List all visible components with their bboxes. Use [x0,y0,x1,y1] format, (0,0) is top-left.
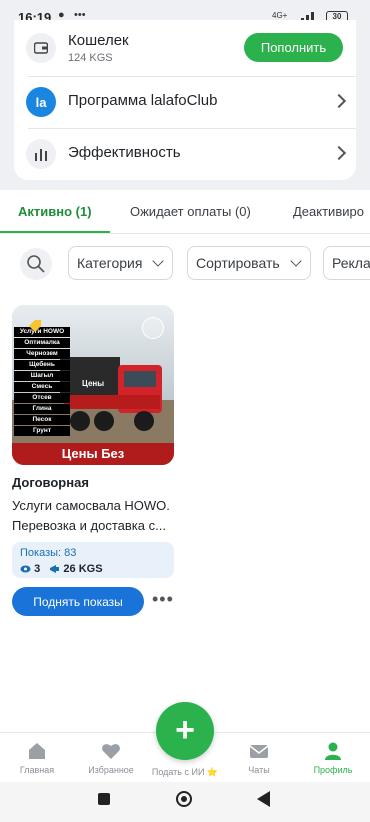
service-item: Шагыл [14,371,70,381]
back-button[interactable] [257,791,270,807]
recent-apps-button[interactable] [98,793,110,805]
service-item: Песок [14,415,70,425]
search-button[interactable] [20,248,52,280]
lalafo-club-title: Программа lalafoClub [68,92,218,109]
nav-chats[interactable]: Чаты [222,741,296,775]
nav-chats-label: Чаты [248,765,270,775]
ad-status-tabs: Активно (1) Ожидает оплаты (0) Деактивир… [0,190,370,234]
nav-favorites-label: Избранное [88,765,134,775]
service-item: Щебень [14,360,70,370]
nav-profile[interactable]: Профиль [296,741,370,775]
service-item: Оптималка [14,338,70,348]
efficiency-title: Эффективность [68,144,181,161]
more-options-icon[interactable]: ••• [152,588,176,614]
nav-home-label: Главная [19,765,55,775]
listing-title[interactable]: Услуги самосвала HOWO. Перевозка и доста… [12,496,174,536]
service-item: Глина [14,404,70,414]
network-type: 4G+ [272,11,288,20]
nav-post-ai-label: Подать с ИИ ⭐ [151,767,219,777]
promo-tag-icon [29,320,41,332]
tab-deactivated[interactable]: Деактивиро [293,204,364,219]
efficiency-row[interactable]: Эффективность [14,128,356,180]
listing-price: Договорная [12,475,89,490]
search-icon [27,255,45,273]
wallet-balance: 124 KGS [68,52,113,64]
system-nav-bar [0,782,370,822]
my-ads-section: Активно (1) Ожидает оплаты (0) Деактивир… [0,190,370,732]
service-item: Отсев [14,393,70,403]
plus-icon: + [175,711,195,749]
tab-active[interactable]: Активно (1) [18,204,92,219]
chevron-right-icon [331,93,347,109]
listing-stats: Показы: 83 3 26 KGS [12,542,174,578]
filter-bar: Категория Сортировать Рекла [0,244,370,280]
post-ad-fab[interactable]: + [156,702,214,760]
nav-home[interactable]: Главная [0,741,74,775]
user-icon [325,742,341,760]
ads-filter[interactable]: Рекла [323,246,370,280]
select-checkbox[interactable] [142,317,164,339]
service-item: Смесь [14,382,70,392]
tab-awaiting-payment[interactable]: Ожидает оплаты (0) [130,204,251,219]
photo-banner: Цены Без посредников!!! [12,443,174,465]
bar-chart-icon [26,139,56,169]
profile-menu-card: Кошелек 124 KGS Пополнить la Программа l… [14,20,356,180]
category-filter[interactable]: Категория [68,246,174,280]
megaphone-icon [50,565,60,574]
service-item: Услуги HOWO [14,327,70,337]
wallet-title: Кошелек [68,32,129,49]
service-item: Грунт [14,426,70,436]
category-filter-label: Категория [77,255,143,271]
listing-photo[interactable]: Цены Услуги HOWO Оптималка Чернозем Щебе… [12,305,174,465]
listing-card[interactable]: Цены Услуги HOWO Оптималка Чернозем Щебе… [12,305,174,616]
eye-icon [20,565,31,573]
truck-price-label: Цены [82,379,105,388]
ads-filter-label: Рекла [332,255,370,271]
heart-icon [102,744,120,759]
lalafo-club-row[interactable]: la Программа lalafoClub [14,76,356,128]
nav-favorites[interactable]: Избранное [74,741,148,775]
stats-row: 3 26 KGS [20,563,103,575]
lalafo-club-icon: la [26,87,56,117]
wallet-row[interactable]: Кошелек 124 KGS Пополнить [14,20,356,76]
home-icon [29,743,45,759]
home-button[interactable] [176,791,192,807]
mail-icon [249,745,269,758]
boost-cost: 26 KGS [63,563,103,575]
chevron-right-icon [331,145,347,161]
divider [0,233,370,234]
nav-post-ai[interactable]: Подать с ИИ ⭐ [148,767,222,778]
chevron-down-icon [152,255,165,267]
sort-filter[interactable]: Сортировать [187,246,311,280]
views-count-label: Показы: 83 [20,547,77,559]
chevron-down-icon [289,255,302,267]
services-list: Услуги HOWO Оптималка Чернозем Щебень Ша… [14,327,70,437]
topup-button[interactable]: Пополнить [244,33,343,62]
service-item: Чернозем [14,349,70,359]
sort-filter-label: Сортировать [196,255,280,271]
wallet-icon [26,33,56,63]
nav-profile-label: Профиль [313,765,353,775]
boost-views-button[interactable]: Поднять показы [12,587,144,616]
views-number: 3 [34,563,41,575]
